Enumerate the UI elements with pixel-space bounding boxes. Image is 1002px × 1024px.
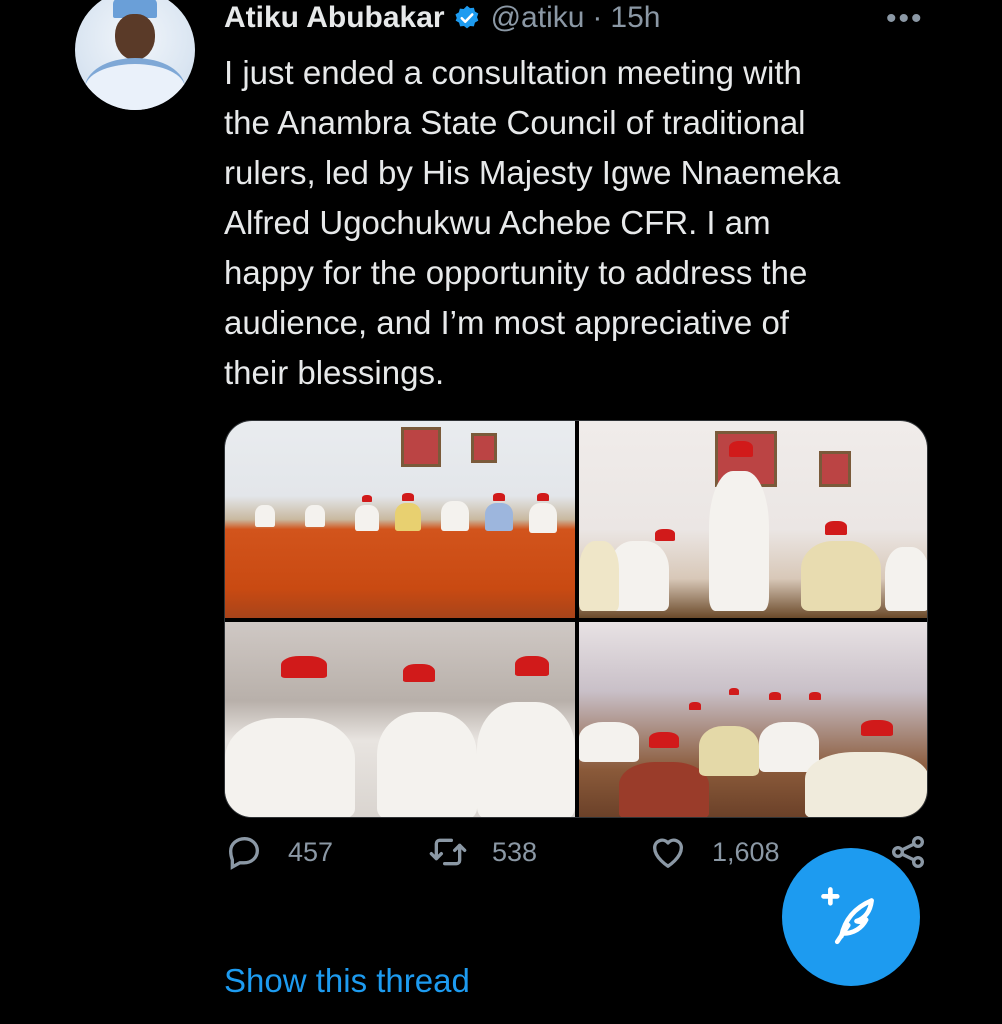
author-name[interactable]: Atiku Abubakar — [224, 1, 445, 35]
media-photo-3[interactable] — [225, 622, 575, 817]
reply-icon — [228, 836, 260, 870]
heart-icon — [652, 838, 684, 868]
reply-button[interactable]: 457 — [224, 832, 333, 872]
like-button[interactable]: 1,608 — [648, 832, 780, 872]
retweet-count: 538 — [492, 836, 538, 867]
compose-tweet-icon — [821, 887, 874, 945]
separator-dot: · — [592, 1, 603, 34]
retweet-button[interactable]: 538 — [428, 832, 537, 872]
media-photo-2[interactable] — [579, 421, 927, 618]
compose-tweet-button[interactable] — [782, 848, 920, 986]
retweet-icon — [429, 838, 467, 866]
tweet-header: Atiku Abubakar @atiku · 15h — [224, 0, 660, 36]
media-grid[interactable] — [224, 420, 928, 818]
author-handle[interactable]: @atiku — [491, 1, 585, 35]
tweet-timestamp[interactable]: 15h — [610, 1, 660, 35]
media-photo-1[interactable] — [225, 421, 575, 618]
like-count: 1,608 — [712, 836, 780, 867]
reply-count: 457 — [288, 836, 334, 867]
more-options-icon[interactable]: ••• — [886, 2, 924, 36]
verified-badge-icon — [453, 4, 481, 32]
show-thread-link[interactable]: Show this thread — [224, 962, 470, 1000]
tweet-text: I just ended a consultation meeting with… — [224, 54, 841, 391]
media-photo-4[interactable] — [579, 622, 927, 817]
author-avatar[interactable] — [75, 0, 195, 110]
